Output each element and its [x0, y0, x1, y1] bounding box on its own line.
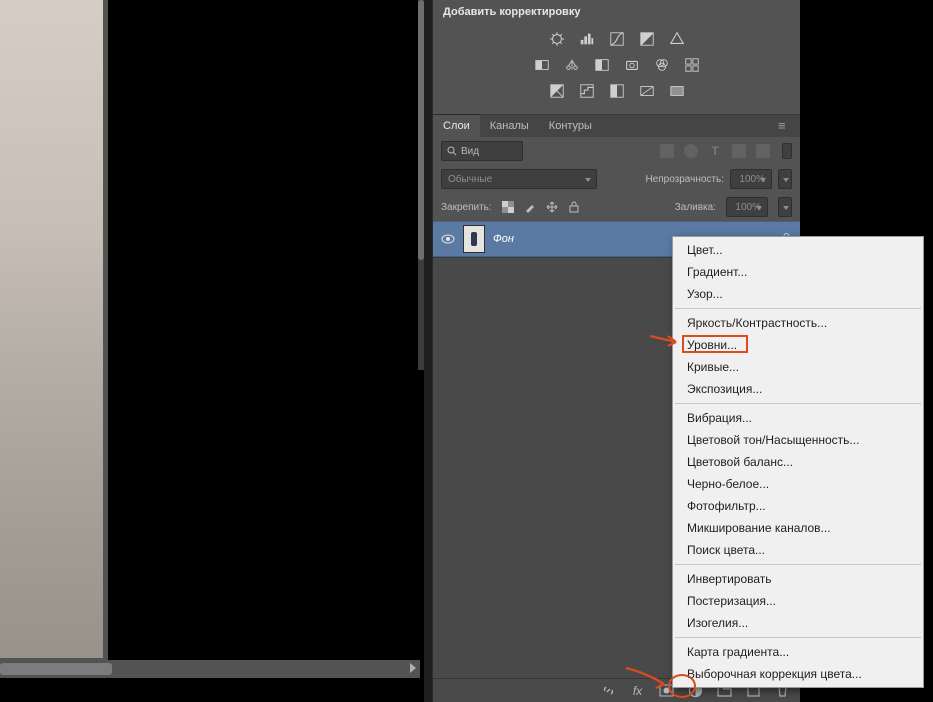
fill-value: 100% — [735, 202, 761, 213]
menu-channel-mixer[interactable]: Микширование каналов... — [673, 517, 923, 539]
menu-separator — [675, 403, 921, 404]
menu-levels[interactable]: Уровни... — [673, 334, 923, 356]
filter-shape-icon[interactable] — [732, 144, 746, 158]
layer-visibility-icon[interactable] — [441, 234, 455, 244]
vibrance-icon[interactable] — [666, 29, 688, 49]
curves-icon[interactable] — [606, 29, 628, 49]
layer-thumbnail[interactable] — [463, 225, 485, 253]
selective-color-icon[interactable] — [636, 81, 658, 101]
exposure-icon[interactable] — [636, 29, 658, 49]
posterize-icon[interactable] — [576, 81, 598, 101]
threshold-icon[interactable] — [606, 81, 628, 101]
layer-style-icon[interactable]: fx — [630, 683, 645, 698]
menu-curves[interactable]: Кривые... — [673, 356, 923, 378]
link-layers-icon[interactable] — [601, 683, 616, 698]
hue-saturation-icon[interactable] — [531, 55, 553, 75]
hscroll-thumb[interactable] — [0, 663, 112, 675]
gradient-map-icon[interactable] — [666, 81, 688, 101]
tab-channels[interactable]: Каналы — [480, 115, 539, 137]
menu-hue-saturation[interactable]: Цветовой тон/Насыщенность... — [673, 429, 923, 451]
lock-all-icon[interactable] — [568, 201, 580, 213]
layer-filter-label: Вид — [461, 146, 479, 157]
canvas-hscrollbar[interactable] — [0, 660, 420, 678]
menu-gradient[interactable]: Градиент... — [673, 261, 923, 283]
adjustments-title: Добавить корректировку — [433, 0, 800, 26]
canvas-area — [0, 0, 424, 702]
fill-value-combo[interactable]: 100% — [726, 197, 768, 217]
hscroll-right-arrow-icon[interactable] — [410, 663, 416, 673]
color-balance-icon[interactable] — [561, 55, 583, 75]
document-photo — [0, 0, 103, 658]
fill-label: Заливка: — [675, 202, 716, 213]
tab-layers[interactable]: Слои — [433, 115, 480, 137]
filter-smart-icon[interactable] — [756, 144, 770, 158]
menu-pattern[interactable]: Узор... — [673, 283, 923, 305]
menu-solid-color[interactable]: Цвет... — [673, 239, 923, 261]
blend-mode-combo[interactable]: Обычные — [441, 169, 597, 189]
menu-color-lookup[interactable]: Поиск цвета... — [673, 539, 923, 561]
panel-tabs: Слои Каналы Контуры — [433, 115, 800, 137]
opacity-flyout-button[interactable] — [778, 169, 792, 189]
panel-separator[interactable] — [424, 0, 432, 702]
blend-mode-row: Обычные Непрозрачность: 100% — [433, 165, 800, 193]
filter-adjustment-icon[interactable] — [684, 144, 698, 158]
lock-row: Закрепить: Заливка: 100% — [433, 193, 800, 221]
opacity-value: 100% — [739, 174, 765, 185]
layer-filter-row: Вид T — [433, 137, 800, 165]
fill-flyout-button[interactable] — [778, 197, 792, 217]
adjustments-panel: Добавить корректировку — [433, 0, 800, 114]
panel-menu-icon[interactable] — [778, 118, 796, 132]
filter-pixel-icon[interactable] — [660, 144, 674, 158]
bw-icon[interactable] — [591, 55, 613, 75]
menu-gradient-map[interactable]: Карта градиента... — [673, 641, 923, 663]
menu-separator — [675, 308, 921, 309]
menu-invert[interactable]: Инвертировать — [673, 568, 923, 590]
invert-icon[interactable] — [546, 81, 568, 101]
opacity-label: Непрозрачность: — [645, 174, 724, 185]
opacity-value-combo[interactable]: 100% — [730, 169, 772, 189]
lock-pixels-icon[interactable] — [524, 201, 536, 213]
channel-mixer-icon[interactable] — [651, 55, 673, 75]
menu-photo-filter[interactable]: Фотофильтр... — [673, 495, 923, 517]
fill-adjustment-context-menu: Цвет... Градиент... Узор... Яркость/Конт… — [672, 236, 924, 688]
menu-brightness-contrast[interactable]: Яркость/Контрастность... — [673, 312, 923, 334]
menu-exposure[interactable]: Экспозиция... — [673, 378, 923, 400]
filter-type-icon[interactable]: T — [708, 144, 722, 158]
layer-filter-combo[interactable]: Вид — [441, 141, 523, 161]
lock-label: Закрепить: — [441, 202, 492, 213]
photo-filter-icon[interactable] — [621, 55, 643, 75]
menu-selective-color[interactable]: Выборочная коррекция цвета... — [673, 663, 923, 685]
menu-posterize[interactable]: Постеризация... — [673, 590, 923, 612]
levels-icon[interactable] — [576, 29, 598, 49]
document-viewport[interactable] — [0, 0, 108, 678]
tab-paths[interactable]: Контуры — [539, 115, 602, 137]
menu-vibrance[interactable]: Вибрация... — [673, 407, 923, 429]
menu-black-white[interactable]: Черно-белое... — [673, 473, 923, 495]
blend-mode-value: Обычные — [448, 174, 492, 185]
brightness-contrast-icon[interactable] — [546, 29, 568, 49]
menu-separator — [675, 637, 921, 638]
color-lookup-icon[interactable] — [681, 55, 703, 75]
lock-transparent-icon[interactable] — [502, 201, 514, 213]
menu-threshold[interactable]: Изогелия... — [673, 612, 923, 634]
menu-color-balance[interactable]: Цветовой баланс... — [673, 451, 923, 473]
lock-position-icon[interactable] — [546, 201, 558, 213]
menu-separator — [675, 564, 921, 565]
filter-toggle-switch[interactable] — [782, 143, 792, 159]
